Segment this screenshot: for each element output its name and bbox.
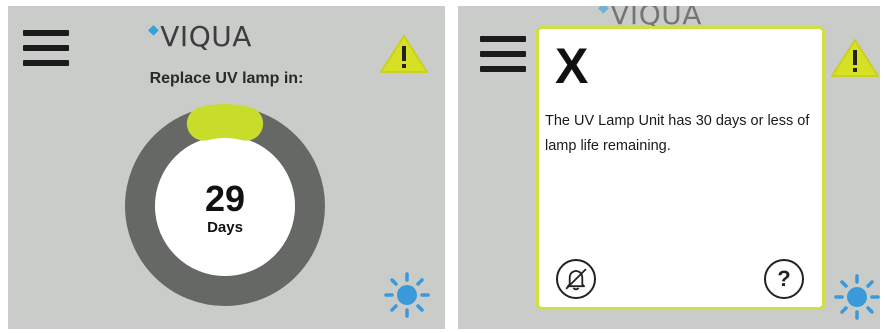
sun-icon[interactable]: [384, 272, 430, 318]
warning-icon[interactable]: [830, 38, 880, 78]
logo-text: VIQUA: [160, 20, 252, 53]
days-remaining: 29: [204, 178, 246, 219]
drop-icon: ◆: [598, 6, 610, 16]
days-unit-label: Days: [207, 219, 243, 236]
drop-icon: ◆: [148, 22, 160, 38]
ring-progress: [186, 104, 264, 141]
viqua-logo: ◆VIQUA: [148, 20, 252, 53]
warning-icon[interactable]: [379, 34, 429, 74]
close-x-icon[interactable]: X: [555, 41, 588, 91]
menu-icon[interactable]: [23, 28, 69, 68]
lamp-warning-dialog: X The UV Lamp Unit has 30 days or less o…: [536, 26, 825, 310]
mute-alarm-button[interactable]: [556, 259, 596, 299]
mute-bell-icon: [565, 268, 587, 291]
sun-icon[interactable]: [834, 274, 880, 320]
dialog-message: The UV Lamp Unit has 30 days or less of …: [545, 113, 810, 154]
lamp-status-screen: ◆VIQUA Replace UV lamp in: 29 Days: [8, 6, 445, 329]
replace-lamp-title: Replace UV lamp in:: [149, 70, 304, 87]
warning-dialog-screen: ◆VIQUA X The UV Lamp Unit has 30 days or…: [458, 6, 880, 329]
help-button[interactable]: ?: [764, 259, 804, 299]
menu-icon[interactable]: [480, 34, 526, 74]
lamp-life-ring: 29 Days: [122, 103, 328, 309]
